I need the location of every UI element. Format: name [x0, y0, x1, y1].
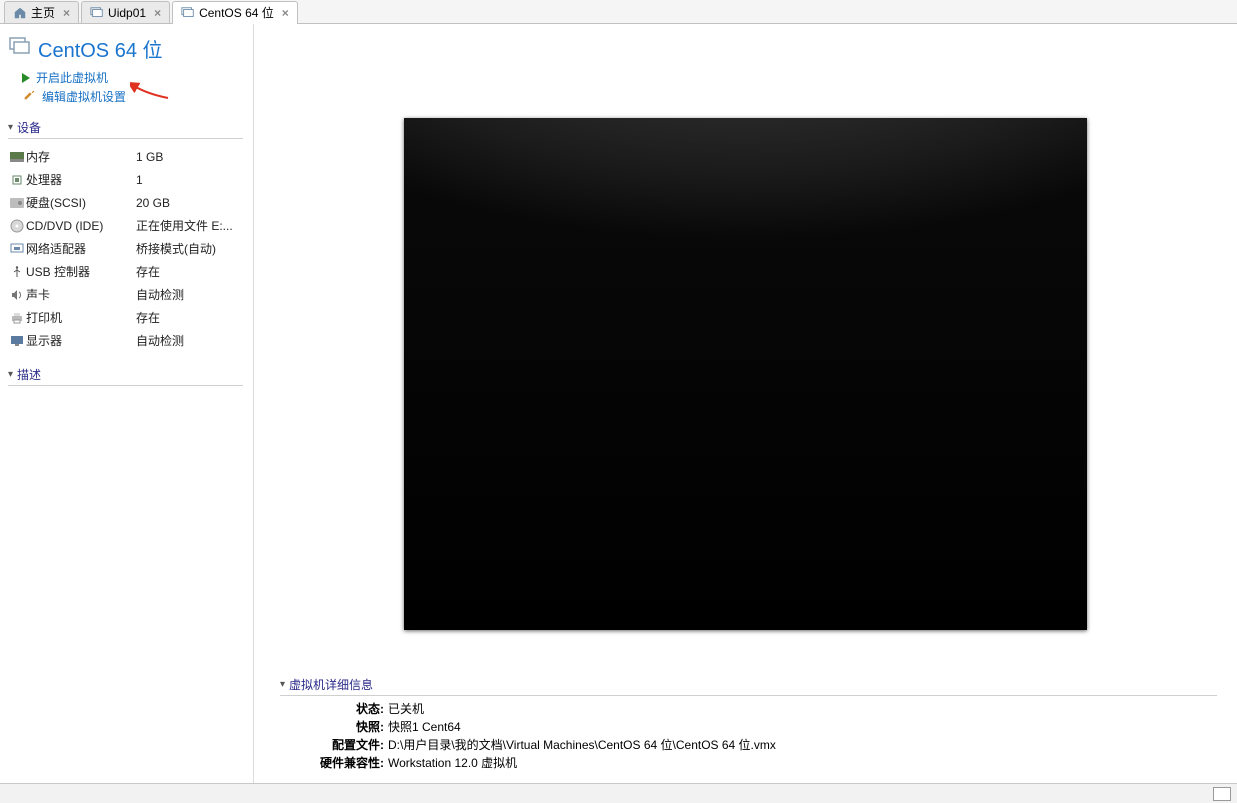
- cd-icon: [8, 219, 26, 233]
- cpu-icon: [8, 173, 26, 187]
- monitor-icon: [90, 6, 104, 20]
- details-title: 虚拟机详细信息: [289, 676, 373, 693]
- power-on-label: 开启此虚拟机: [36, 69, 108, 86]
- home-icon: [13, 6, 27, 20]
- vm-icon: [8, 35, 32, 62]
- status-bar: [0, 783, 1237, 803]
- description-section: ▾ 描述: [8, 366, 243, 386]
- network-icon: [8, 243, 26, 255]
- usb-icon: [8, 266, 26, 278]
- device-row-memory[interactable]: 内存1 GB: [8, 145, 243, 168]
- devices-table: 内存1 GB 处理器1 硬盘(SCSI)20 GB CD/DVD (IDE)正在…: [8, 145, 243, 352]
- tab-uidp01[interactable]: Uidp01 ×: [81, 1, 170, 23]
- details-header[interactable]: ▾ 虚拟机详细信息: [280, 676, 1217, 696]
- config-label: 配置文件:: [306, 736, 384, 753]
- vm-preview[interactable]: [404, 118, 1087, 630]
- device-row-net[interactable]: 网络适配器桥接模式(自动): [8, 237, 243, 260]
- snapshot-value: 快照1 Cent64: [388, 718, 461, 735]
- vm-details: ▾ 虚拟机详细信息 状态:已关机 快照:快照1 Cent64 配置文件:D:\用…: [280, 676, 1217, 772]
- tab-label: Uidp01: [108, 6, 146, 20]
- tab-label: 主页: [31, 4, 55, 21]
- edit-settings-button[interactable]: 编辑虚拟机设置: [22, 88, 243, 105]
- device-row-cd[interactable]: CD/DVD (IDE)正在使用文件 E:...: [8, 214, 243, 237]
- display-icon: [8, 335, 26, 347]
- tab-label: CentOS 64 位: [199, 4, 274, 21]
- state-label: 状态:: [306, 700, 384, 717]
- description-header[interactable]: ▾ 描述: [8, 366, 243, 386]
- monitor-icon: [181, 6, 195, 20]
- caret-down-icon: ▾: [8, 369, 13, 380]
- description-title: 描述: [17, 366, 41, 383]
- device-row-printer[interactable]: 打印机存在: [8, 306, 243, 329]
- wrench-icon: [22, 88, 36, 105]
- close-icon[interactable]: ×: [63, 6, 70, 20]
- caret-down-icon: ▾: [280, 679, 285, 690]
- play-icon: [22, 73, 30, 83]
- hwcompat-value: Workstation 12.0 虚拟机: [388, 754, 517, 771]
- tab-home[interactable]: 主页 ×: [4, 1, 79, 23]
- device-row-disk[interactable]: 硬盘(SCSI)20 GB: [8, 191, 243, 214]
- caret-down-icon: ▾: [8, 122, 13, 133]
- snapshot-label: 快照:: [306, 718, 384, 735]
- edit-label: 编辑虚拟机设置: [42, 88, 126, 105]
- disk-icon: [8, 198, 26, 208]
- hwcompat-label: 硬件兼容性:: [306, 754, 384, 771]
- close-icon[interactable]: ×: [154, 6, 161, 20]
- tab-centos[interactable]: CentOS 64 位 ×: [172, 1, 298, 23]
- close-icon[interactable]: ×: [282, 6, 289, 20]
- device-row-display[interactable]: 显示器自动检测: [8, 329, 243, 352]
- sidebar: CentOS 64 位 开启此虚拟机 编辑虚拟机设置 ▾ 设备 内存1 GB 处…: [0, 24, 254, 803]
- status-indicator-icon[interactable]: [1213, 787, 1231, 801]
- tab-bar: 主页 × Uidp01 × CentOS 64 位 ×: [0, 0, 1237, 24]
- device-row-sound[interactable]: 声卡自动检测: [8, 283, 243, 306]
- power-on-button[interactable]: 开启此虚拟机: [22, 69, 243, 86]
- device-row-usb[interactable]: USB 控制器存在: [8, 260, 243, 283]
- sound-icon: [8, 289, 26, 301]
- printer-icon: [8, 312, 26, 324]
- devices-title: 设备: [17, 119, 41, 136]
- devices-section: ▾ 设备 内存1 GB 处理器1 硬盘(SCSI)20 GB CD/DVD (I…: [8, 119, 243, 352]
- device-row-cpu[interactable]: 处理器1: [8, 168, 243, 191]
- vm-title-row: CentOS 64 位: [8, 34, 243, 63]
- devices-header[interactable]: ▾ 设备: [8, 119, 243, 139]
- config-value: D:\用户目录\我的文档\Virtual Machines\CentOS 64 …: [388, 736, 776, 753]
- memory-icon: [8, 152, 26, 162]
- state-value: 已关机: [388, 700, 424, 717]
- vm-title: CentOS 64 位: [38, 34, 163, 63]
- preview-gloss: [404, 118, 1087, 630]
